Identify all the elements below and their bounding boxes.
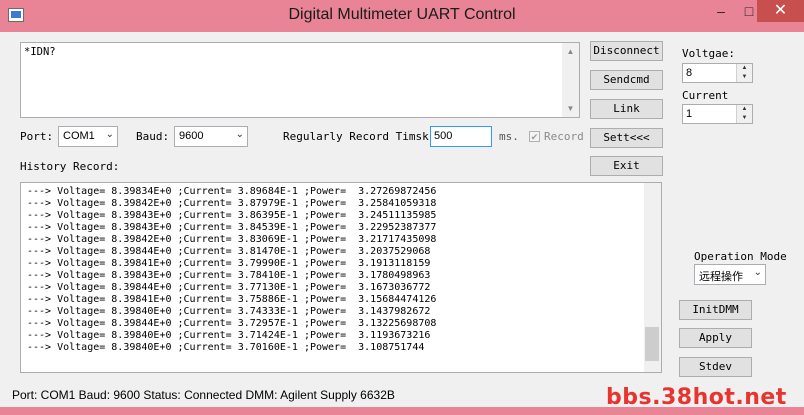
chevron-down-icon: ⌄ [753, 267, 762, 278]
decrement-icon[interactable]: ▼ [736, 73, 752, 82]
history-scrollbar[interactable] [644, 183, 661, 372]
port-select[interactable]: COM1 ⌄ [58, 126, 118, 147]
history-label: History Record: [20, 160, 120, 173]
port-label: Port: [20, 130, 54, 143]
baud-value: 9600 [179, 130, 204, 142]
increment-icon[interactable]: ▲ [736, 64, 752, 73]
history-line: ---> Voltage= 8.39841E+0 ;Current= 3.758… [27, 294, 437, 305]
history-line: ---> Voltage= 8.39841E+0 ;Current= 3.799… [27, 258, 431, 269]
sendcmd-button[interactable]: Sendcmd [590, 70, 663, 90]
history-lines: ---> Voltage= 8.39834E+0 ;Current= 3.896… [27, 186, 436, 354]
operation-mode-select[interactable]: 远程操作 ⌄ [694, 264, 766, 285]
minimize-button[interactable]: – [707, 0, 735, 22]
history-line: ---> Voltage= 8.39843E+0 ;Current= 3.784… [27, 270, 431, 281]
history-line: ---> Voltage= 8.39842E+0 ;Current= 3.830… [27, 234, 437, 245]
decrement-icon[interactable]: ▼ [736, 114, 752, 123]
stdev-button[interactable]: Stdev [679, 357, 752, 377]
exit-button[interactable]: Exit [590, 156, 663, 176]
apply-button[interactable]: Apply [679, 328, 752, 348]
voltage-value: 8 [686, 67, 693, 79]
scroll-up-icon[interactable]: ▲ [562, 43, 579, 60]
disconnect-button[interactable]: Disconnect [590, 41, 663, 61]
history-line: ---> Voltage= 8.39840E+0 ;Current= 3.714… [27, 330, 431, 341]
voltage-label: Voltgae: [682, 47, 735, 60]
history-line: ---> Voltage= 8.39842E+0 ;Current= 3.879… [27, 198, 437, 209]
history-line: ---> Voltage= 8.39840E+0 ;Current= 3.701… [27, 342, 425, 353]
port-value: COM1 [63, 130, 95, 142]
status-text: Port: COM1 Baud: 9600 Status: Connected … [12, 388, 395, 402]
scroll-down-icon[interactable]: ▼ [562, 100, 579, 117]
window-title: Digital Multimeter UART Control [288, 6, 516, 23]
current-label: Current [682, 89, 729, 102]
history-list[interactable]: ---> Voltage= 8.39834E+0 ;Current= 3.896… [20, 182, 662, 373]
chevron-down-icon: ⌄ [105, 129, 114, 140]
command-input[interactable]: *IDN? ▲ ▼ [20, 42, 580, 118]
history-line: ---> Voltage= 8.39843E+0 ;Current= 3.845… [27, 222, 437, 233]
main-panel: *IDN? ▲ ▼ Disconnect Sendcmd Link Sett<<… [8, 32, 796, 383]
history-line: ---> Voltage= 8.39840E+0 ;Current= 3.743… [27, 306, 431, 317]
command-text: *IDN? [24, 46, 56, 58]
record-checkbox[interactable]: ✔ [529, 131, 540, 142]
current-value: 1 [686, 108, 693, 120]
increment-icon[interactable]: ▲ [736, 105, 752, 114]
record-checkbox-label: Record [544, 130, 584, 143]
baud-select[interactable]: 9600 ⌄ [174, 126, 248, 147]
app-window: Digital Multimeter UART Control – □ ✕ *I… [0, 0, 804, 415]
history-line: ---> Voltage= 8.39844E+0 ;Current= 3.814… [27, 246, 431, 257]
close-button[interactable]: ✕ [757, 0, 804, 22]
history-line: ---> Voltage= 8.39834E+0 ;Current= 3.896… [27, 186, 437, 197]
sett-button[interactable]: Sett<<< [590, 128, 663, 148]
current-stepper[interactable]: 1 ▲ ▼ [682, 104, 753, 124]
watermark: bbs.38hot.net [606, 385, 787, 410]
command-scrollbar[interactable]: ▲ ▼ [562, 43, 579, 117]
link-button[interactable]: Link [590, 99, 663, 119]
history-scroll-thumb[interactable] [645, 327, 659, 361]
operation-mode-value: 远程操作 [699, 270, 743, 283]
record-interval-value: 500 [434, 130, 453, 142]
record-interval-input[interactable]: 500 [430, 126, 492, 147]
baud-label: Baud: [136, 130, 170, 143]
operation-mode-label: Operation Mode [694, 250, 787, 263]
record-unit-label: ms. [499, 130, 519, 143]
voltage-stepper[interactable]: 8 ▲ ▼ [682, 63, 753, 83]
history-line: ---> Voltage= 8.39844E+0 ;Current= 3.771… [27, 282, 431, 293]
initdmm-button[interactable]: InitDMM [679, 300, 752, 320]
title-bar[interactable]: Digital Multimeter UART Control – □ ✕ [0, 0, 804, 32]
chevron-down-icon: ⌄ [235, 129, 244, 140]
record-interval-label: Regularly Record Timsk: [283, 130, 436, 143]
history-line: ---> Voltage= 8.39844E+0 ;Current= 3.729… [27, 318, 437, 329]
history-line: ---> Voltage= 8.39843E+0 ;Current= 3.863… [27, 210, 437, 221]
